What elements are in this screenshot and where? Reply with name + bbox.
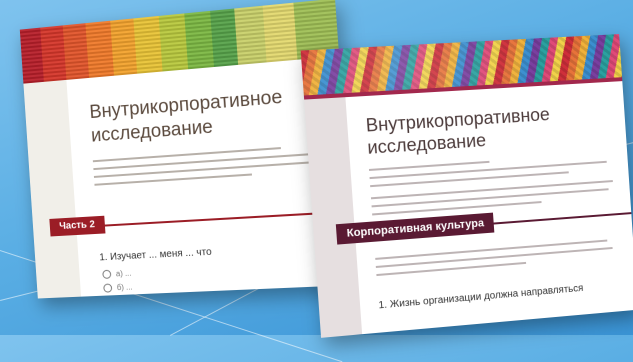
left-option[interactable]: б) ... [103, 283, 133, 293]
left-form-description [94, 161, 313, 178]
right-form-body: Внутрикорпоративное исследование Корпора… [345, 81, 633, 334]
left-option[interactable]: а) ... [102, 269, 131, 279]
right-form-screenshot: Внутрикорпоративное исследование Корпора… [301, 34, 633, 338]
left-form-description [93, 147, 281, 162]
right-question: 1. Жизнь организации должна направляться [378, 279, 625, 311]
left-option-label: а) ... [116, 269, 132, 279]
right-section-tab: Корпоративная культура [336, 213, 495, 245]
left-form-title: Внутрикорпоративное исследование [89, 82, 332, 149]
left-section-divider [76, 211, 350, 229]
right-form-title: Внутрикорпоративное исследование [365, 99, 615, 158]
left-question: 1. Изучает ... меня ... что [99, 240, 340, 263]
radio-icon[interactable] [102, 270, 111, 279]
left-option-label: б) ... [117, 283, 133, 293]
left-form-screenshot: Внутрикорпоративное исследование Часть 2… [20, 0, 356, 298]
left-section-tab: Часть 2 [49, 216, 105, 237]
radio-icon[interactable] [103, 283, 112, 292]
